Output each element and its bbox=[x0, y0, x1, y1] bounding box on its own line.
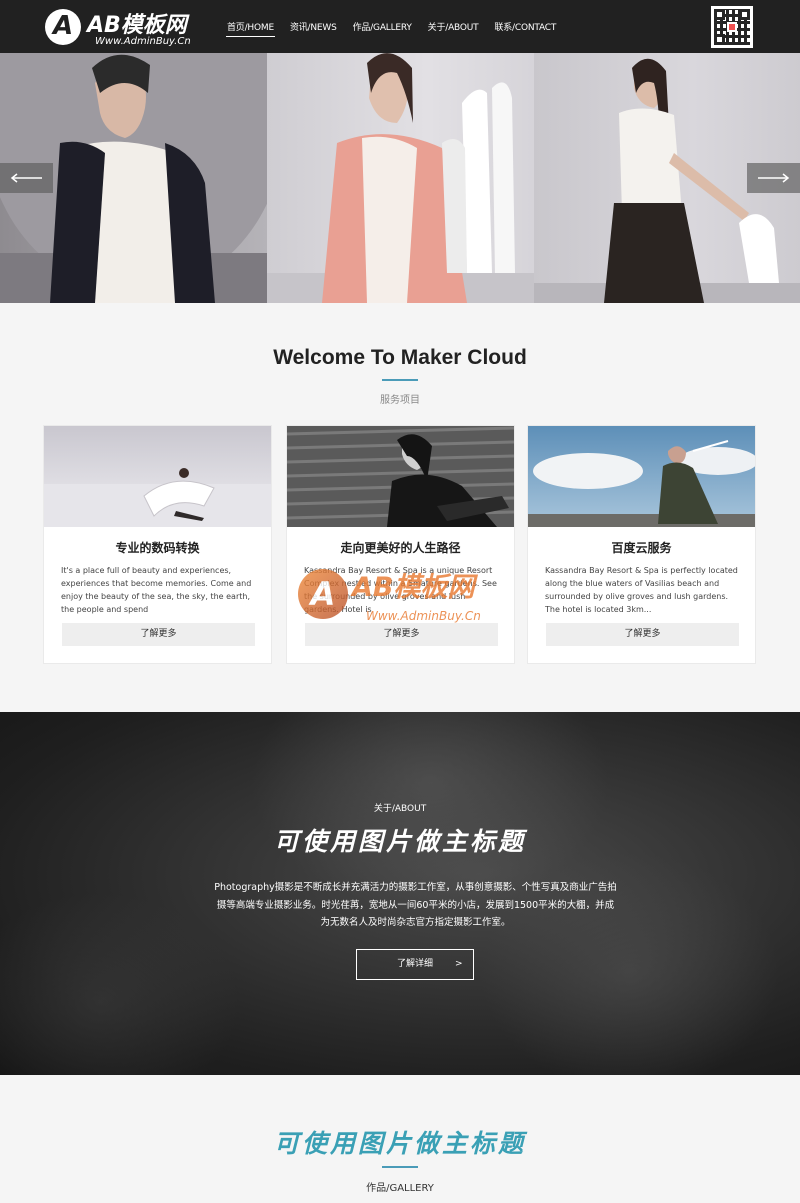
qr-code-image bbox=[711, 6, 753, 48]
chevron-right-icon: > bbox=[455, 959, 463, 969]
nav-contact[interactable]: 联系/CONTACT bbox=[493, 20, 557, 37]
gallery-title: 可使用图片做主标题 bbox=[273, 1129, 526, 1158]
nav-gallery[interactable]: 作品/GALLERY bbox=[352, 20, 413, 37]
logo-title: AB模板网 bbox=[87, 13, 187, 38]
card-more-button-3[interactable]: 了解更多 bbox=[546, 623, 739, 646]
card-more-button-1[interactable]: 了解更多 bbox=[62, 623, 255, 646]
about-text: Photography摄影是不断成长并充满活力的摄影工作室，从事创意摄影、个性写… bbox=[214, 882, 617, 928]
hero-slider bbox=[0, 53, 800, 303]
hero-prev-button[interactable] bbox=[0, 163, 53, 193]
hero-image-2 bbox=[267, 53, 534, 303]
gallery-underline bbox=[382, 1166, 418, 1168]
watermark-title: AB模板网 bbox=[352, 572, 475, 603]
arrow-right-icon bbox=[758, 173, 790, 183]
card-image-2 bbox=[287, 426, 514, 527]
card-image-3 bbox=[528, 426, 755, 527]
card-title-3: 百度云服务 bbox=[611, 541, 672, 555]
card-title-1: 专业的数码转换 bbox=[115, 541, 200, 555]
watermark-mark: A bbox=[298, 569, 348, 619]
welcome-title: Welcome To Maker Cloud bbox=[273, 346, 527, 369]
card-image-1 bbox=[44, 426, 271, 527]
welcome-subtitle: 服务项目 bbox=[380, 395, 420, 406]
nav-home[interactable]: 首页/HOME bbox=[226, 20, 275, 37]
hero-next-button[interactable] bbox=[747, 163, 800, 193]
watermark-subtitle: Www.AdminBuy.Cn bbox=[366, 609, 481, 623]
site-logo[interactable]: A AB模板网 Www.AdminBuy.Cn bbox=[45, 8, 205, 48]
logo-mark: A bbox=[45, 9, 81, 45]
about-kicker: 关于/ABOUT bbox=[373, 804, 427, 814]
card-text-3: Kassandra Bay Resort & Spa is perfectly … bbox=[545, 566, 738, 614]
about-section: 关于/ABOUT 可使用图片做主标题 Photography摄影是不断成长并充满… bbox=[0, 712, 800, 1075]
card-title-2: 走向更美好的人生路径 bbox=[340, 541, 461, 555]
arrow-left-icon bbox=[10, 173, 42, 183]
gallery-subtitle: 作品/GALLERY bbox=[366, 1183, 434, 1194]
about-details-label: 了解详细 bbox=[397, 959, 434, 969]
service-card-1: 专业的数码转换 It's a place full of beauty and … bbox=[43, 425, 272, 664]
site-header: A AB模板网 Www.AdminBuy.Cn 首页/HOME 资讯/NEWS … bbox=[0, 0, 800, 53]
about-details-button[interactable]: 了解详细 > bbox=[356, 949, 474, 980]
watermark-logo: A AB模板网 Www.AdminBuy.Cn bbox=[298, 565, 513, 640]
card-text-1: It's a place full of beauty and experien… bbox=[61, 566, 252, 614]
about-title: 可使用图片做主标题 bbox=[273, 827, 526, 856]
logo-subtitle: Www.AdminBuy.Cn bbox=[95, 36, 191, 47]
main-nav: 首页/HOME 资讯/NEWS 作品/GALLERY 关于/ABOUT 联系/C… bbox=[226, 20, 571, 37]
nav-about[interactable]: 关于/ABOUT bbox=[427, 20, 480, 37]
service-card-3: 百度云服务 Kassandra Bay Resort & Spa is perf… bbox=[527, 425, 756, 664]
nav-news[interactable]: 资讯/NEWS bbox=[289, 20, 338, 37]
welcome-underline bbox=[382, 379, 418, 381]
